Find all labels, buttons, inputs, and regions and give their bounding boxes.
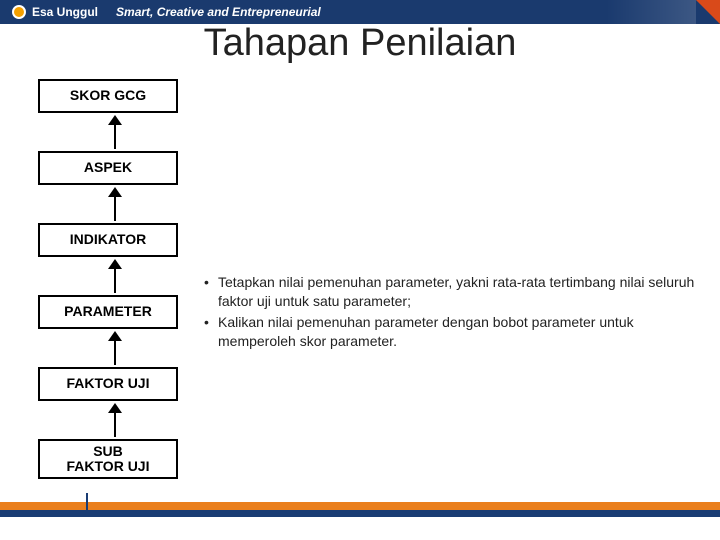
footer-notch (86, 493, 88, 517)
bullet-text: Kalikan nilai pemenuhan parameter dengan… (218, 314, 634, 349)
bullet-text: Tetapkan nilai pemenuhan parameter, yakn… (218, 274, 694, 309)
box-faktor-uji: FAKTOR UJI (38, 367, 178, 401)
page-title: Tahapan Penilaian (0, 22, 720, 65)
arrow-up-icon (108, 331, 122, 341)
slide-footer (0, 493, 720, 517)
box-indikator: INDIKATOR (38, 223, 178, 257)
box-label: SKOR GCG (70, 88, 146, 103)
header-gradient (606, 0, 696, 24)
diagram-area: SKOR GCG ASPEK INDIKATOR PARAMETER FAKTO… (0, 71, 720, 517)
arrow-up-icon (108, 259, 122, 269)
box-parameter: PARAMETER (38, 295, 178, 329)
bullet-item: Tetapkan nilai pemenuhan parameter, yakn… (200, 273, 700, 311)
bullet-list: Tetapkan nilai pemenuhan parameter, yakn… (200, 273, 700, 353)
logo-icon (12, 5, 26, 19)
footer-bar-blue (0, 510, 720, 517)
arrow-up-icon (108, 115, 122, 125)
slide-header: Esa Unggul Smart, Creative and Entrepren… (0, 0, 720, 24)
arrow-up-icon (108, 187, 122, 197)
arrow-up-icon (108, 403, 122, 413)
box-label: PARAMETER (64, 304, 152, 319)
header-corner-icon (696, 0, 720, 24)
box-label: FAKTOR UJI (67, 376, 150, 391)
box-label: INDIKATOR (70, 232, 146, 247)
box-label: SUB FAKTOR UJI (67, 444, 150, 475)
box-label: ASPEK (84, 160, 132, 175)
header-tagline: Smart, Creative and Entrepreneurial (116, 5, 321, 19)
box-aspek: ASPEK (38, 151, 178, 185)
logo-text: Esa Unggul (32, 5, 98, 19)
box-skor-gcg: SKOR GCG (38, 79, 178, 113)
box-sub-faktor-uji: SUB FAKTOR UJI (38, 439, 178, 479)
bullet-item: Kalikan nilai pemenuhan parameter dengan… (200, 313, 700, 351)
